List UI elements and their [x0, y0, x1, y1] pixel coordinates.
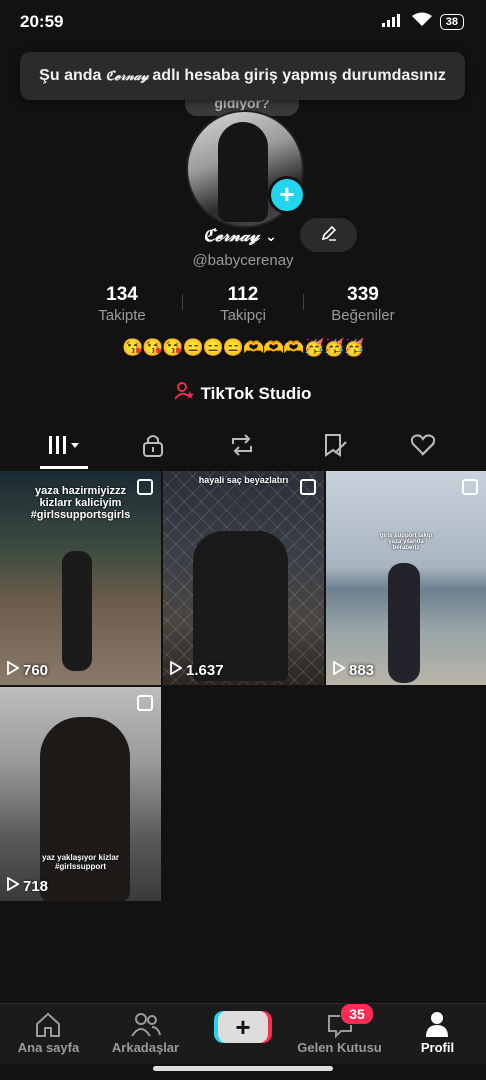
add-story-button[interactable]: +	[268, 176, 306, 214]
toast-nickname: ℭ𝓮𝓇𝓃𝒶𝓎	[105, 68, 149, 84]
video-caption: hayali saç beyazlatırı	[198, 475, 289, 485]
home-icon	[34, 1012, 62, 1043]
avatar-figure	[218, 122, 268, 222]
bottom-nav: Ana sayfa Arkadaşlar + Gelen Kutusu Prof…	[0, 1003, 486, 1064]
chevron-down-icon: ⌄	[265, 229, 277, 245]
tiktok-studio-label: TikTok Studio	[200, 383, 312, 403]
stat-divider	[182, 294, 183, 310]
tab-saved[interactable]	[286, 425, 383, 469]
lock-icon	[142, 433, 164, 462]
video-tile[interactable]: yaz yaklaşıyor kizlar #girlssupport 718	[0, 687, 161, 901]
stat-likes-value: 339	[347, 284, 379, 305]
inbox-badge: 35	[340, 1003, 374, 1025]
multi-photo-icon	[137, 695, 153, 711]
tab-reposts[interactable]	[193, 425, 290, 469]
stat-divider	[303, 294, 304, 310]
pencil-icon	[321, 225, 337, 246]
tab-active-indicator	[40, 466, 88, 469]
play-icon	[7, 876, 20, 895]
video-views: 718	[7, 876, 49, 895]
account-toast: Şu anda ℭ𝓮𝓇𝓃𝒶𝓎 adlı hesaba giriş yapmış …	[20, 52, 465, 100]
nav-profile-label: Profil	[420, 1040, 455, 1055]
stat-following-value: 134	[106, 284, 138, 305]
status-bar: 20:59 38	[0, 0, 486, 44]
stat-followers-value: 112	[227, 284, 259, 305]
video-views: 760	[7, 660, 49, 679]
battery-indicator: 38	[439, 14, 464, 30]
video-thumbnail-figure	[388, 563, 420, 683]
profile-nickname-text: ℭ𝓮𝓇𝓃𝒶𝓎	[203, 226, 260, 246]
video-thumbnail-figure	[62, 551, 92, 671]
video-view-count: 1.637	[186, 661, 224, 679]
toast-suffix: adlı hesaba giriş yapmış durumdasınız	[152, 67, 446, 84]
create-button[interactable]: +	[218, 1011, 268, 1043]
video-tile[interactable]: hayali saç beyazlatırı 1.637	[163, 471, 324, 685]
play-icon	[7, 660, 20, 679]
tab-videos[interactable]	[15, 425, 112, 469]
home-indicator[interactable]	[153, 1066, 333, 1071]
tab-liked[interactable]	[374, 425, 471, 469]
video-thumbnail-figure	[40, 717, 130, 901]
nav-friends[interactable]: Arkadaşlar	[97, 1004, 194, 1064]
friends-icon	[131, 1012, 161, 1043]
play-icon	[333, 660, 346, 679]
tab-private[interactable]	[104, 425, 201, 469]
video-caption: yaz yaklaşıyor kizlar #girlssupport	[42, 853, 119, 871]
status-icons: 38	[381, 12, 464, 32]
video-caption: girls support takip yaza yılanda beraber…	[379, 533, 433, 551]
stat-followers-label: Takipçi	[220, 307, 266, 324]
profile-handle: @babycerenay	[192, 252, 294, 269]
repost-icon	[229, 433, 255, 462]
signal-icon	[381, 13, 404, 32]
video-tile[interactable]: yaza hazirmiyizzz kizlarr kaliciyim #gir…	[0, 471, 161, 685]
profile-bio: 😘😘😘😑😑😑🫶🫶🫶🥳🥳🥳	[121, 338, 365, 357]
video-caption: yaza hazirmiyizzz kizlarr kaliciyim #gir…	[30, 485, 131, 521]
video-tile[interactable]: girls support takip yaza yılanda beraber…	[326, 471, 486, 685]
stat-likes-label: Beğeniler	[331, 307, 395, 324]
video-thumbnail-figure	[193, 531, 288, 681]
profile-icon	[425, 1010, 449, 1043]
toast-prefix: Şu anda	[39, 67, 102, 84]
nav-home-label: Ana sayfa	[17, 1040, 80, 1055]
nav-friends-label: Arkadaşlar	[111, 1040, 180, 1055]
grid-icon	[47, 434, 81, 461]
nav-inbox-label: Gelen Kutusu	[297, 1040, 382, 1055]
edit-profile-button[interactable]	[300, 218, 357, 252]
nav-profile[interactable]: Profil	[389, 1004, 486, 1064]
stat-following-label: Takipte	[98, 307, 146, 324]
video-views: 883	[333, 660, 375, 679]
video-view-count: 760	[23, 661, 49, 679]
profile-nickname[interactable]: ℭ𝓮𝓇𝓃𝒶𝓎 ⌄	[203, 226, 277, 246]
profile-tabs	[0, 425, 486, 469]
liked-icon	[410, 433, 436, 462]
video-views: 1.637	[170, 660, 224, 679]
multi-photo-icon	[462, 479, 478, 495]
nav-home[interactable]: Ana sayfa	[0, 1004, 97, 1064]
status-time: 20:59	[20, 12, 64, 31]
tiktok-studio-button[interactable]: TikTok Studio	[0, 382, 486, 405]
profile-stats: 134 Takipte 112 Takipçi 339 Beğeniler	[0, 284, 486, 324]
stat-following[interactable]: 134 Takipte	[72, 284, 172, 324]
saved-icon	[322, 433, 348, 462]
video-view-count: 883	[349, 661, 375, 679]
stat-followers[interactable]: 112 Takipçi	[193, 284, 293, 324]
stat-likes[interactable]: 339 Beğeniler	[313, 284, 413, 324]
wifi-icon	[411, 12, 432, 32]
play-icon	[170, 660, 183, 679]
video-view-count: 718	[23, 877, 49, 895]
studio-user-icon	[173, 382, 195, 405]
